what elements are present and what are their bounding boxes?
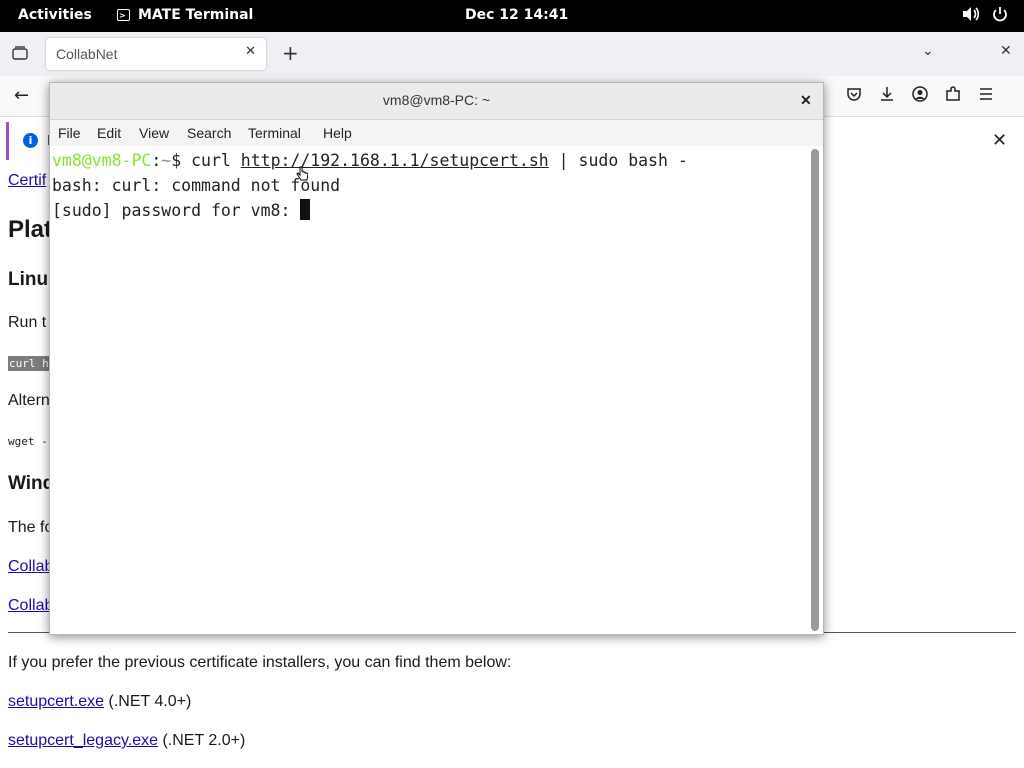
app-name: MATE Terminal [138, 7, 254, 23]
clock[interactable]: Dec 12 14:41 [465, 7, 568, 23]
terminal-icon: > [117, 9, 130, 21]
list-tabs-chevron-icon[interactable]: ⌄ [922, 43, 934, 59]
command-url[interactable]: http://192.168.1.1/setupcert.sh [241, 151, 549, 170]
volume-icon [963, 7, 980, 21]
heading-linux: Linu [8, 269, 49, 290]
menu-search[interactable]: Search [187, 125, 231, 141]
wget-code-snippet: wget - [8, 435, 48, 448]
run-instructions: Run t [8, 314, 47, 331]
command-pipe: | sudo bash - [548, 151, 688, 170]
installer-note: (.NET 4.0+) [104, 693, 192, 710]
terminal-title: vm8@vm8-PC: ~ [382, 92, 491, 108]
menu-file[interactable]: File [58, 125, 81, 141]
heading-windows: Wind [8, 473, 55, 494]
terminal-close-icon[interactable]: ✕ [800, 92, 812, 109]
power-icon [993, 7, 1007, 22]
download-icon[interactable] [879, 86, 895, 102]
terminal-output[interactable]: vm8@vm8-PC:~$ curl http://192.168.1.1/se… [50, 146, 809, 634]
prompt-separator: : [151, 151, 162, 170]
menu-terminal[interactable]: Terminal [248, 125, 301, 141]
collab-link-1[interactable]: Collab [8, 558, 53, 576]
menu-view[interactable]: View [139, 125, 169, 141]
pocket-icon[interactable] [846, 86, 862, 102]
system-menu[interactable] [962, 6, 1008, 22]
prompt-symbol: $ [171, 151, 192, 170]
terminal-scrollbar[interactable] [811, 149, 819, 631]
text-cursor [300, 199, 311, 220]
back-arrow-icon[interactable]: ← [14, 85, 29, 106]
menu-edit[interactable]: Edit [97, 125, 121, 141]
tab-title: CollabNet [56, 46, 118, 62]
terminal-command-line: vm8@vm8-PC:~$ curl http://192.168.1.1/se… [52, 148, 688, 173]
notification-close-icon[interactable]: ✕ [992, 130, 1007, 151]
terminal-menubar: File Edit View Search Terminal Help [50, 120, 823, 146]
new-tab-icon[interactable]: + [282, 41, 299, 65]
tab-collabnet[interactable]: CollabNet ✕ [46, 38, 266, 70]
password-prompt: [sudo] password for vm8: [52, 201, 301, 220]
info-icon: i [23, 133, 38, 148]
activities-button[interactable]: Activities [18, 7, 92, 23]
collab-link-2[interactable]: Collab [8, 597, 53, 615]
browser-tab-bar: CollabNet ✕ + ⌄ ✕ [0, 32, 1024, 76]
window-close-icon[interactable]: ✕ [1000, 43, 1012, 59]
prompt-directory: ~ [161, 151, 172, 170]
tab-close-icon[interactable]: ✕ [245, 44, 256, 59]
installer-item: setupcert_legacy.exe (.NET 2.0+) [8, 732, 245, 750]
alternative-text: Altern [8, 392, 50, 409]
certificate-link[interactable]: Certif [8, 172, 46, 190]
installer-note: (.NET 2.0+) [158, 732, 246, 749]
mouse-hand-cursor-icon [296, 166, 308, 181]
heading-platforms: Plat [8, 216, 53, 243]
account-icon[interactable] [912, 86, 928, 102]
command-text: curl [191, 151, 241, 170]
app-menu[interactable]: > MATE Terminal [117, 7, 253, 23]
curl-code-snippet: curl h [8, 356, 50, 371]
setupcert-exe-link[interactable]: setupcert.exe [8, 693, 104, 710]
terminal-window[interactable]: vm8@vm8-PC: ~ ✕ File Edit View Search Te… [49, 82, 824, 635]
terminal-titlebar[interactable]: vm8@vm8-PC: ~ ✕ [50, 83, 823, 120]
menu-help[interactable]: Help [323, 125, 352, 141]
prefer-previous-text: If you prefer the previous certificate i… [8, 654, 512, 671]
following-text: The fo [8, 519, 54, 536]
setupcert-legacy-exe-link[interactable]: setupcert_legacy.exe [8, 732, 158, 749]
top-bar: Activities > MATE Terminal Dec 12 14:41 [0, 0, 1024, 32]
extensions-icon[interactable] [945, 86, 961, 102]
terminal-password-line: [sudo] password for vm8: [52, 198, 311, 223]
hamburger-menu-icon[interactable] [978, 86, 994, 102]
installer-item: setupcert.exe (.NET 4.0+) [8, 693, 191, 711]
tab-overview-icon[interactable] [12, 46, 28, 60]
prompt-user: vm8@vm8-PC [52, 151, 152, 170]
